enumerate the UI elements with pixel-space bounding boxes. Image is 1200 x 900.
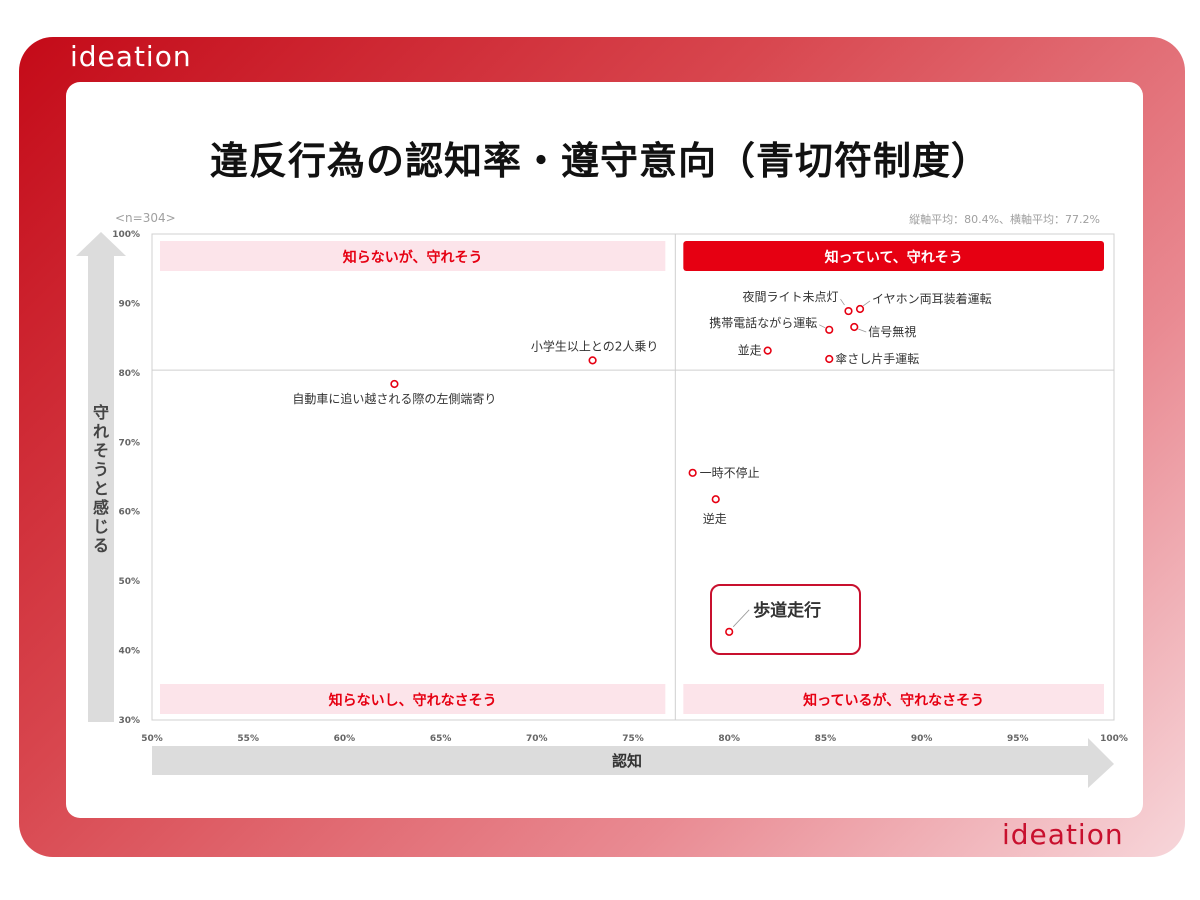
- x-tick-label: 85%: [815, 734, 837, 744]
- x-tick-label: 55%: [237, 734, 259, 744]
- data-point-label: イヤホン両耳装着運転: [872, 291, 992, 306]
- x-tick-label: 50%: [141, 734, 163, 744]
- data-point: [588, 356, 597, 365]
- data-point-label: 一時不停止: [700, 465, 760, 480]
- y-axis-label-char: る: [93, 536, 109, 555]
- x-tick-label: 100%: [1100, 734, 1128, 744]
- data-point-label: 傘さし片手運転: [835, 352, 919, 366]
- data-point: [390, 379, 399, 389]
- y-axis-label-char: じ: [93, 517, 109, 536]
- data-point-label: 小学生以上との2人乗り: [531, 338, 659, 353]
- x-tick-label: 60%: [334, 734, 356, 744]
- x-tick-label: 70%: [526, 734, 548, 744]
- data-point-label: 逆走: [703, 511, 727, 526]
- y-axis-label-char: そ: [93, 441, 109, 460]
- data-point: [763, 346, 772, 355]
- y-tick-label: 60%: [118, 508, 140, 518]
- y-axis-label-char: う: [93, 460, 109, 479]
- data-point-label: 自動車に追い越される際の左側端寄り: [292, 391, 496, 406]
- y-tick-label: 70%: [118, 438, 140, 448]
- y-axis-label-char: 感: [93, 498, 109, 517]
- quadrant-label-top-right: 知っていて、守れそう: [825, 249, 963, 266]
- data-point: [725, 627, 734, 636]
- x-tick-label: 80%: [718, 734, 740, 744]
- y-axis-label-char: れ: [93, 422, 109, 441]
- y-axis-label-char: 守: [93, 403, 109, 422]
- y-tick-label: 50%: [118, 577, 140, 587]
- y-tick-label: 100%: [112, 230, 140, 240]
- data-point-label: 歩道走行: [753, 600, 821, 621]
- data-point: [825, 354, 834, 364]
- quadrant-label-bottom-left: 知らないし、守れなさそう: [329, 692, 497, 709]
- data-point: [844, 306, 853, 316]
- plot-area: [151, 233, 1115, 721]
- data-point-label: 夜間ライト未点灯: [742, 289, 838, 304]
- x-tick-label: 75%: [622, 734, 644, 744]
- y-tick-label: 90%: [118, 299, 140, 309]
- quadrant-label-bottom-right: 知っているが、守れなさそう: [803, 692, 984, 709]
- data-point-label: 携帯電話ながら運転: [709, 315, 817, 330]
- data-point-label: 信号無視: [868, 324, 916, 339]
- data-point: [850, 322, 859, 332]
- x-tick-label: 90%: [911, 734, 933, 744]
- x-tick-label: 65%: [430, 734, 452, 744]
- y-tick-label: 40%: [118, 647, 140, 657]
- y-tick-label: 80%: [118, 369, 140, 379]
- x-axis-label: 認知: [612, 752, 642, 770]
- scatter-chart: 知らないが、守れそう 知っていて、守れそう知らないし、守れなさそう 知っているが、守…: [76, 230, 1128, 788]
- data-point: [825, 325, 834, 334]
- data-point-label: 並走: [738, 344, 762, 358]
- quadrant-label-top-left: 知らないが、守れそう: [343, 249, 483, 266]
- y-axis-label-char: と: [93, 479, 109, 498]
- data-point: [711, 495, 720, 504]
- data-point: [855, 304, 865, 314]
- x-tick-label: 95%: [1007, 734, 1029, 744]
- y-tick-label: 30%: [118, 716, 140, 726]
- data-point: [688, 468, 697, 477]
